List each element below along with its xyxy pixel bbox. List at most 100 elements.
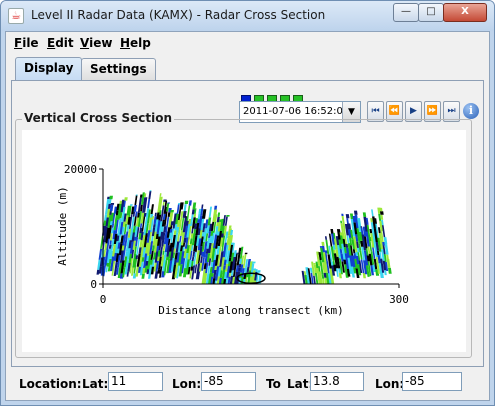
to-lon-label: Lon: [375,377,405,391]
radar-echo-cell [335,268,339,277]
location-bar: Location: Lat: 11 Lon: -85 To Lat: 13.8 … [6,368,489,398]
radar-echo-cell [352,249,356,254]
menu-file[interactable]: File [14,36,39,50]
radar-echo-cell [96,269,100,275]
radar-echo-cell [316,254,320,260]
info-icon[interactable]: i [463,103,479,119]
menu-file-mnemonic: F [14,36,23,50]
menu-edit[interactable]: Edit [47,36,74,50]
radar-echo-cell [151,236,154,242]
minimize-button[interactable]: — [393,3,419,22]
radar-echo-cell [340,220,343,224]
radar-echo-cell [109,195,113,200]
radar-echo-cell [183,204,187,212]
y-axis-label: Altitude (m) [56,186,69,265]
radar-echo-cell [362,212,367,218]
radar-echo-cell [384,270,387,276]
menu-help-label: elp [130,36,151,50]
radar-echo-cell [170,210,174,213]
radar-echo-cell [147,199,151,208]
to-label: To [266,377,281,391]
radar-echo-cell [386,254,389,259]
radar-data-layer [96,190,392,285]
title-bar[interactable]: ☕ Level II Radar Data (KAMX) - Radar Cro… [1,1,494,31]
radar-echo-cell [201,204,204,209]
radar-echo-cell [313,263,316,265]
tab-settings[interactable]: Settings [81,58,156,80]
menu-help-mnemonic: H [120,36,131,50]
cross-section-plot[interactable]: 20000 0 0 300 Distance along transect (k… [22,130,466,352]
radar-echo-cell [224,237,227,243]
radar-echo-cell [135,211,138,217]
animation-frame-indicators [241,91,306,102]
java-app-icon[interactable]: ☕ [8,8,24,24]
radar-echo-cell [107,196,110,199]
radar-echo-cell [324,236,328,240]
menu-view[interactable]: View [80,36,112,50]
radar-echo-cell [109,240,112,245]
radar-echo-cell [130,204,133,206]
radar-echo-cell [341,213,344,216]
cross-section-title: Vertical Cross Section [22,111,175,125]
menu-edit-mnemonic: E [47,36,56,50]
radar-echo-cell [370,218,373,223]
radar-echo-cell [191,228,194,234]
radar-echo-cell [192,202,197,210]
radar-echo-cell [149,190,152,192]
radar-echo-cell [188,200,192,206]
radar-echo-cell [228,225,232,229]
radar-echo-cell [184,216,188,218]
close-button[interactable]: X [443,3,487,22]
maximize-button[interactable]: □ [418,3,444,22]
radar-echo-cell [371,209,374,217]
radar-echo-cell [135,194,138,196]
cross-section-panel: Vertical Cross Section 20000 0 0 300 Dis… [15,111,472,358]
x-tick-label-max: 300 [389,293,409,306]
menu-help[interactable]: Help [120,36,151,50]
radar-echo-cell [380,214,384,220]
tab-display[interactable]: Display [15,57,83,81]
radar-echo-cell [226,215,230,217]
menu-view-label: iew [89,36,113,50]
y-tick-label-max: 20000 [64,163,97,176]
radar-echo-cell [387,267,392,274]
radar-echo-cell [191,256,195,262]
window-client-area: File Edit View Help Display Settings 201… [5,31,490,401]
radar-echo-cell [139,223,143,229]
radar-echo-cell [257,270,261,273]
radar-echo-cell [159,193,162,197]
radar-echo-cell [319,246,323,248]
radar-echo-cell [105,266,108,273]
radar-echo-cell [217,212,221,217]
radar-echo-cell [148,191,152,199]
radar-echo-cell [167,202,171,204]
radar-echo-cell [379,207,383,212]
radar-echo-cell [154,212,157,217]
radar-echo-cell [184,200,189,204]
to-lat-field[interactable]: 13.8 [310,372,364,391]
from-lon-field[interactable]: -85 [201,372,256,391]
app-window: ☕ Level II Radar Data (KAMX) - Radar Cro… [0,0,495,406]
radar-echo-cell [353,210,358,215]
from-lat-label: Lat: [82,377,109,391]
time-select-value: 2011-07-06 16:52:03Z [243,106,357,117]
radar-echo-cell [303,271,307,276]
window-title: Level II Radar Data (KAMX) - Radar Cross… [31,8,326,22]
x-tick-label-min: 0 [100,293,107,306]
radar-echo-cell [345,214,350,219]
from-lat-field[interactable]: 11 [108,372,163,391]
radar-echo-cell [330,229,334,234]
y-tick-label-min: 0 [90,278,97,291]
radar-echo-cell [134,194,138,206]
to-lon-field[interactable]: -85 [402,372,462,391]
menu-view-mnemonic: V [80,36,90,50]
location-label: Location: [19,377,82,391]
from-lon-label: Lon: [172,377,202,391]
radar-echo-cell [369,229,373,234]
radar-echo-cell [200,256,203,263]
radar-echo-cell [174,212,177,214]
radar-echo-cell [124,197,128,201]
radar-echo-cell [162,251,165,255]
radar-echo-cell [321,274,325,279]
cross-section-chart[interactable]: 20000 0 0 300 Distance along transect (k… [22,130,466,352]
